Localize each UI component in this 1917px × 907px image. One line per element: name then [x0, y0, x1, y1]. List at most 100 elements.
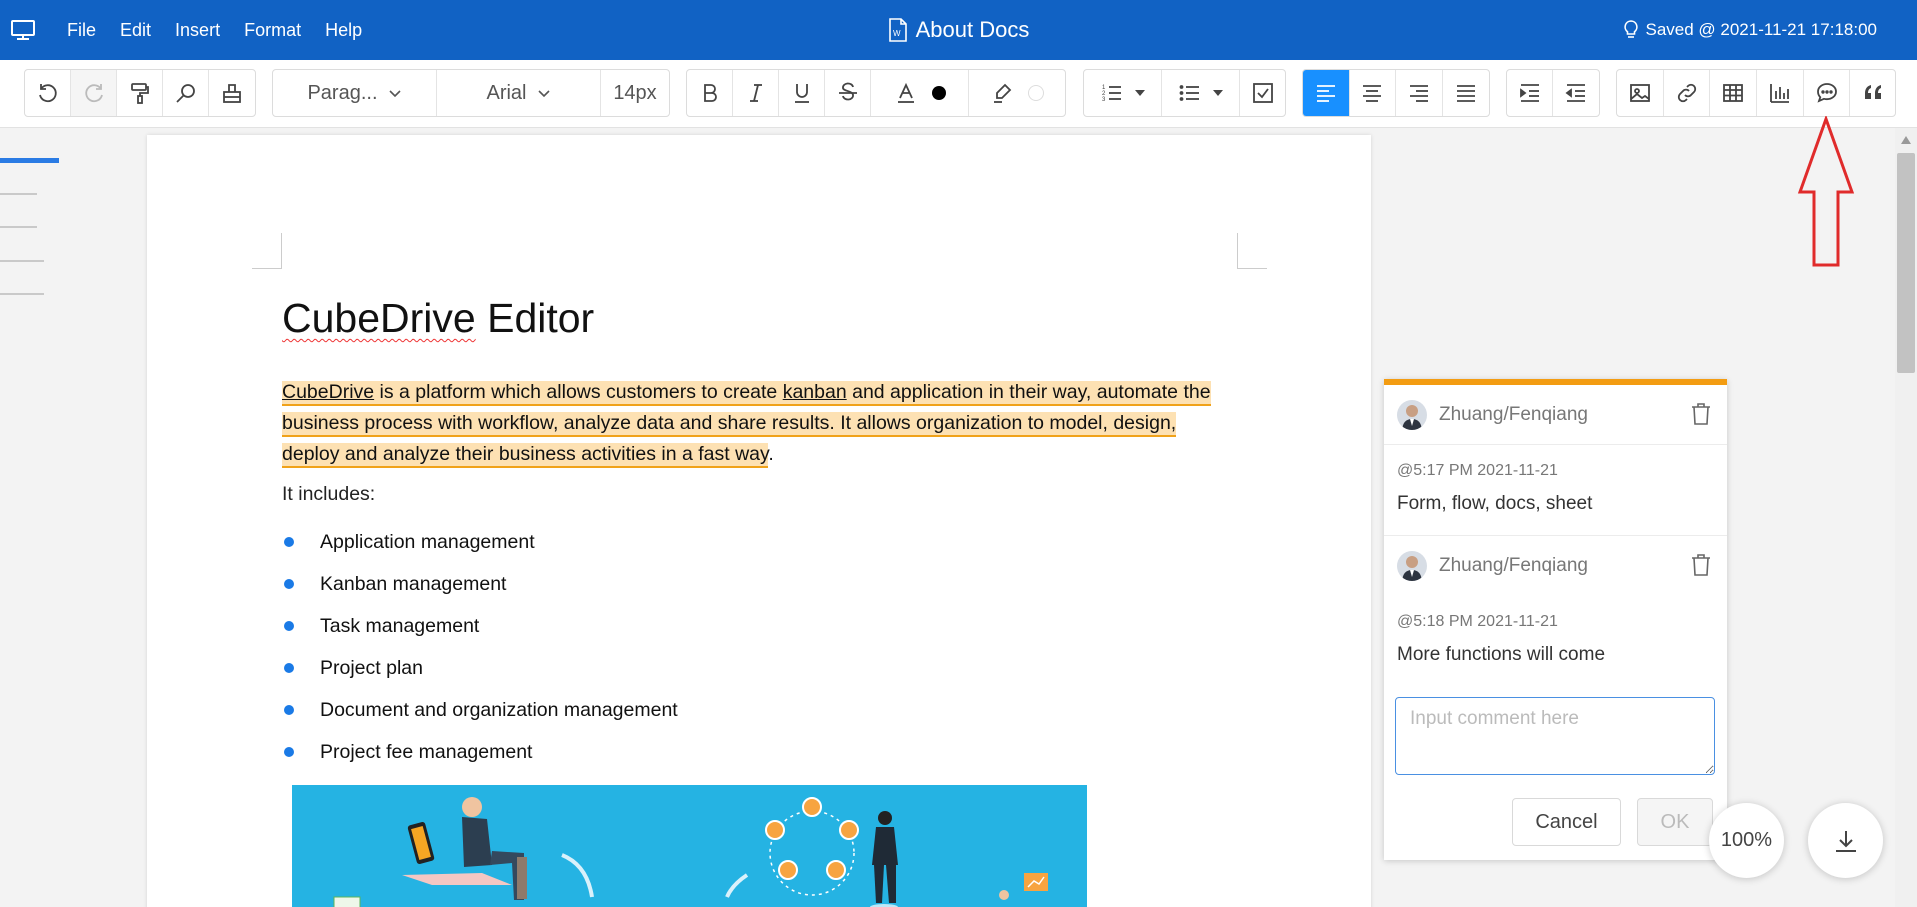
align-justify-button[interactable]: [1443, 70, 1489, 116]
list-item-text: Project fee management: [320, 740, 533, 763]
outline-item[interactable]: [0, 226, 37, 228]
list-item[interactable]: Document and organization management: [282, 689, 678, 731]
align-left-button[interactable]: [1303, 70, 1350, 116]
document-title[interactable]: W About Docs: [888, 17, 1030, 43]
font-color-icon: [897, 82, 914, 103]
clear-format-button[interactable]: [209, 70, 255, 116]
heading-rest-text: Editor: [475, 295, 595, 341]
document-title-text[interactable]: About Docs: [916, 17, 1030, 43]
list-item-text: Application management: [320, 530, 535, 553]
para-brand-text: CubeDrive: [282, 381, 375, 403]
commented-text-highlight[interactable]: CubeDrive is a platform which allows cus…: [282, 381, 1211, 468]
image-icon: [1629, 84, 1650, 102]
save-status-text: Saved @ 2021-11-21 17:18:00: [1645, 20, 1877, 39]
comment-author: Zhuang/Fenqiang: [1439, 403, 1588, 425]
insert-quote-button[interactable]: [1850, 70, 1895, 116]
intro-paragraph[interactable]: CubeDrive is a platform which allows cus…: [282, 377, 1238, 470]
caret-down-icon: [1134, 90, 1145, 96]
checklist-button[interactable]: [1240, 70, 1285, 116]
insert-toolgroup: [1616, 69, 1896, 117]
outline-item[interactable]: [0, 293, 44, 295]
svg-text:W: W: [893, 29, 901, 38]
indent-icon: [1519, 84, 1539, 102]
align-left-icon: [1316, 85, 1335, 102]
list-toolgroup: 123: [1083, 69, 1286, 117]
list-item[interactable]: Kanban management: [282, 563, 678, 605]
strikethrough-button[interactable]: [825, 70, 871, 116]
outdent-icon: [1565, 84, 1585, 102]
list-item[interactable]: Project fee management: [282, 731, 678, 773]
undo-button[interactable]: [25, 70, 71, 116]
indent-button[interactable]: [1507, 70, 1554, 116]
redo-button[interactable]: [71, 70, 117, 116]
svg-text:3: 3: [1102, 97, 1106, 103]
font-size-select[interactable]: 14px: [601, 70, 669, 116]
strikethrough-icon: [838, 82, 857, 101]
outline-active-marker[interactable]: [0, 158, 59, 163]
menu-insert[interactable]: Insert: [175, 20, 220, 41]
outline-item[interactable]: [0, 193, 37, 195]
ok-button[interactable]: OK: [1637, 798, 1713, 846]
font-color-button[interactable]: [871, 70, 969, 116]
trash-icon[interactable]: [1691, 554, 1711, 576]
zoom-level-button[interactable]: 100%: [1709, 803, 1784, 878]
scroll-up-arrow-icon[interactable]: [1899, 134, 1913, 146]
insert-table-button[interactable]: [1710, 70, 1758, 116]
menu-file[interactable]: File: [67, 20, 96, 41]
feature-bullet-list: Application management Kanban management…: [282, 521, 678, 773]
paragraph-style-value: Parag...: [307, 81, 378, 104]
main-menu: File Edit Insert Format Help: [67, 0, 386, 60]
highlight-color-button[interactable]: [969, 70, 1065, 116]
chevron-down-icon: [537, 90, 550, 98]
zoom-level-text: 100%: [1720, 829, 1773, 851]
cancel-button[interactable]: Cancel: [1512, 798, 1621, 846]
bullet-list-button[interactable]: [1162, 70, 1240, 116]
para-kanban-text: kanban: [782, 381, 847, 403]
scrollbar-thumb[interactable]: [1897, 153, 1915, 373]
insert-comment-button[interactable]: [1804, 70, 1851, 116]
menu-edit[interactable]: Edit: [120, 20, 151, 41]
download-button[interactable]: [1808, 803, 1883, 878]
ordered-list-button[interactable]: 123: [1084, 70, 1162, 116]
format-painter-button[interactable]: [117, 70, 163, 116]
underline-button[interactable]: [779, 70, 825, 116]
document-heading[interactable]: CubeDrive Editor: [282, 295, 594, 342]
margin-corner-right: [1237, 233, 1267, 269]
comment-timestamp: @5:17 PM 2021-11-21: [1397, 462, 1558, 479]
comment-input[interactable]: [1395, 697, 1715, 775]
list-item[interactable]: Task management: [282, 605, 678, 647]
bold-button[interactable]: [687, 70, 733, 116]
menu-format[interactable]: Format: [244, 20, 301, 41]
includes-label[interactable]: It includes:: [282, 483, 375, 506]
italic-button[interactable]: [733, 70, 779, 116]
comment-timestamp: @5:18 PM 2021-11-21: [1397, 613, 1558, 630]
outline-item[interactable]: [0, 260, 44, 262]
monitor-icon[interactable]: [10, 17, 36, 43]
bullet-dot: [284, 747, 294, 757]
align-right-button[interactable]: [1396, 70, 1443, 116]
outdent-button[interactable]: [1553, 70, 1599, 116]
font-family-select[interactable]: Arial: [437, 70, 601, 116]
insert-chart-button[interactable]: [1757, 70, 1804, 116]
list-item-text: Document and organization management: [320, 698, 678, 721]
document-page[interactable]: CubeDrive Editor CubeDrive is a platform…: [147, 135, 1371, 907]
comment-header: Zhuang/Fenqiang: [1384, 536, 1727, 596]
insert-link-button[interactable]: [1664, 70, 1711, 116]
menu-help[interactable]: Help: [325, 20, 362, 41]
avatar: [1397, 399, 1427, 430]
caret-down-icon: [1212, 90, 1223, 96]
find-button[interactable]: [163, 70, 209, 116]
trash-icon[interactable]: [1691, 403, 1711, 425]
top-bar: File Edit Insert Format Help W About Doc…: [0, 0, 1917, 60]
save-status: Saved @ 2021-11-21 17:18:00: [1623, 0, 1877, 60]
paint-roller-icon: [130, 83, 149, 104]
align-center-button[interactable]: [1350, 70, 1396, 116]
margin-corner-left: [252, 233, 282, 269]
red-annotation-arrow: [1797, 116, 1855, 267]
list-item[interactable]: Application management: [282, 521, 678, 563]
list-item-text: Task management: [320, 614, 480, 637]
business-illustration-image[interactable]: [292, 785, 1087, 907]
list-item[interactable]: Project plan: [282, 647, 678, 689]
paragraph-style-select[interactable]: Parag...: [273, 70, 437, 116]
insert-image-button[interactable]: [1617, 70, 1664, 116]
